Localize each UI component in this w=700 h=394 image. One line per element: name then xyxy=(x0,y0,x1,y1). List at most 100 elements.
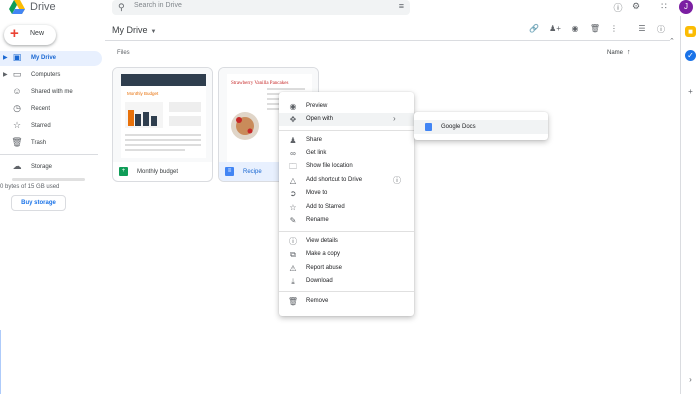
add-person-icon[interactable]: ♟+ xyxy=(549,24,561,33)
file-card-footer: + Monthly budget xyxy=(113,162,212,181)
files-section-label: Files xyxy=(117,50,130,56)
budget-thumb-title: Monthly Budget xyxy=(127,91,159,96)
arrow-up-icon[interactable]: ↑ xyxy=(627,49,631,56)
storage-progress-bar xyxy=(12,178,85,181)
sidebar-item-recent[interactable]: ◷ Recent xyxy=(0,102,102,117)
menu-item-add-to-starred[interactable]: ☆ Add to Starred xyxy=(279,201,414,214)
clock-icon: ◷ xyxy=(13,103,21,113)
scroll-up-icon[interactable]: ⌃ xyxy=(669,37,675,45)
link-icon: ∞ xyxy=(290,149,296,158)
top-bar: Drive ⚲ Search in Drive ≡ ⓘ ⚙ ∷ J xyxy=(0,0,700,16)
sidebar-item-starred[interactable]: ☆ Starred xyxy=(0,119,102,134)
buy-storage-button[interactable]: Buy storage xyxy=(11,195,66,211)
pencil-icon: ✎ xyxy=(289,216,297,225)
sidebar-item-shared-with-me[interactable]: ☺ Shared with me xyxy=(0,85,102,100)
menu-divider xyxy=(279,231,414,232)
trash-icon[interactable]: 🗑 xyxy=(589,24,601,33)
budget-thumbnail-image: Monthly Budget xyxy=(121,74,206,158)
new-button[interactable]: + New xyxy=(4,25,56,45)
drive-logo-icon[interactable] xyxy=(9,0,25,14)
search-input[interactable]: Search in Drive xyxy=(134,2,182,9)
open-with-icon: ✥ xyxy=(289,115,297,124)
keep-icon[interactable]: ■ xyxy=(685,26,696,37)
menu-divider xyxy=(279,130,414,131)
add-addon-icon[interactable]: + xyxy=(685,86,696,97)
menu-divider xyxy=(279,291,414,292)
file-name: Monthly budget xyxy=(137,169,179,175)
sort-by-name[interactable]: Name ↑ xyxy=(607,49,631,56)
menu-item-show-file-location[interactable]: 🗀 Show file location xyxy=(279,160,414,173)
cloud-icon: ☁ xyxy=(12,161,22,171)
eye-icon: ◉ xyxy=(289,102,297,111)
help-icon[interactable]: ⓘ xyxy=(393,175,401,186)
file-card-monthly-budget[interactable]: Monthly Budget + Monthly budget xyxy=(112,67,213,182)
context-menu: ◉ Preview ✥ Open with › ♟ Share ∞ Get li… xyxy=(279,92,414,316)
tasks-icon[interactable]: ✓ xyxy=(685,50,696,61)
eye-icon[interactable]: ◉ xyxy=(569,24,581,33)
menu-item-rename[interactable]: ✎ Rename xyxy=(279,214,414,227)
submenu-arrow-icon: › xyxy=(393,114,396,123)
sheets-icon: + xyxy=(119,167,128,176)
download-icon: ⤓ xyxy=(291,277,295,286)
breadcrumb[interactable]: My Drive ▼ xyxy=(112,25,156,35)
menu-item-add-shortcut[interactable]: △ Add shortcut to Drive ⓘ xyxy=(279,174,414,187)
trash-icon: 🗑 xyxy=(11,137,23,147)
apps-grid-icon[interactable]: ∷ xyxy=(658,1,670,12)
recipe-thumb-title: Strawberry Vanilla Pancakes xyxy=(231,81,288,86)
sidebar-item-storage[interactable]: ☁ Storage xyxy=(0,160,102,175)
sidebar: + New ▶ ▣ My Drive ▶ ▭ Computers ☺ Share… xyxy=(0,16,105,394)
menu-item-view-details[interactable]: ⓘ View details xyxy=(279,235,414,248)
storage-usage-text: 0 bytes of 15 GB used xyxy=(0,184,60,190)
page-title[interactable]: My Drive xyxy=(112,25,148,35)
people-icon: ☺ xyxy=(12,86,22,96)
expand-arrow-icon[interactable]: ▶ xyxy=(3,54,8,61)
star-icon: ☆ xyxy=(289,203,297,212)
submenu-item-google-docs[interactable]: Google Docs xyxy=(414,120,548,134)
app-name: Drive xyxy=(30,1,56,13)
link-icon[interactable]: 🔗 xyxy=(528,24,540,33)
search-icon[interactable]: ⚲ xyxy=(118,2,125,13)
drive-icon: ▣ xyxy=(12,52,22,62)
docs-icon xyxy=(425,123,432,131)
menu-item-share[interactable]: ♟ Share xyxy=(279,134,414,147)
file-name: Recipe xyxy=(243,169,262,175)
menu-item-make-a-copy[interactable]: ⧉ Make a copy xyxy=(279,248,414,261)
sidebar-item-my-drive[interactable]: ▶ ▣ My Drive xyxy=(0,51,102,66)
search-options-icon[interactable]: ≡ xyxy=(399,1,404,11)
more-vert-icon[interactable]: ⋮ xyxy=(608,24,620,33)
copy-icon: ⧉ xyxy=(290,250,296,259)
file-thumbnail: Monthly Budget xyxy=(113,68,212,162)
menu-item-download[interactable]: ⤓ Download xyxy=(279,275,414,288)
star-icon: ☆ xyxy=(12,120,22,130)
expand-panel-icon[interactable]: › xyxy=(685,374,696,385)
info-icon: ⓘ xyxy=(289,237,297,246)
menu-item-open-with[interactable]: ✥ Open with › xyxy=(279,113,414,126)
trash-icon: 🗑 xyxy=(287,297,299,306)
expand-arrow-icon[interactable]: ▶ xyxy=(3,71,8,78)
chevron-down-icon[interactable]: ▼ xyxy=(151,29,157,35)
shortcut-icon: △ xyxy=(289,176,297,185)
sidebar-divider xyxy=(0,154,98,155)
window-edge xyxy=(0,330,1,394)
side-panel-rail: ■ ✓ + › xyxy=(680,16,700,394)
share-icon: ♟ xyxy=(289,136,297,145)
avatar[interactable]: J xyxy=(679,0,693,14)
list-view-icon[interactable]: ☰ xyxy=(636,24,648,33)
folder-icon: 🗀 xyxy=(289,162,297,171)
sidebar-item-trash[interactable]: 🗑 Trash xyxy=(0,136,102,151)
open-with-submenu: Google Docs xyxy=(414,112,548,140)
search-bar[interactable]: ⚲ Search in Drive ≡ xyxy=(112,0,410,15)
computer-icon: ▭ xyxy=(12,69,22,79)
menu-item-get-link[interactable]: ∞ Get link xyxy=(279,147,414,160)
menu-item-report-abuse[interactable]: ⚠ Report abuse xyxy=(279,262,414,275)
settings-icon[interactable]: ⚙ xyxy=(630,1,642,12)
menu-item-move-to[interactable]: ➲ Move to xyxy=(279,187,414,200)
menu-item-remove[interactable]: 🗑 Remove xyxy=(279,295,414,308)
move-icon: ➲ xyxy=(289,189,297,198)
help-icon[interactable]: ⓘ xyxy=(612,1,624,14)
docs-icon: ≡ xyxy=(225,167,234,176)
report-icon: ⚠ xyxy=(289,264,297,273)
info-icon[interactable]: ⓘ xyxy=(655,24,667,35)
sidebar-item-computers[interactable]: ▶ ▭ Computers xyxy=(0,68,102,83)
menu-item-preview[interactable]: ◉ Preview xyxy=(279,100,414,113)
